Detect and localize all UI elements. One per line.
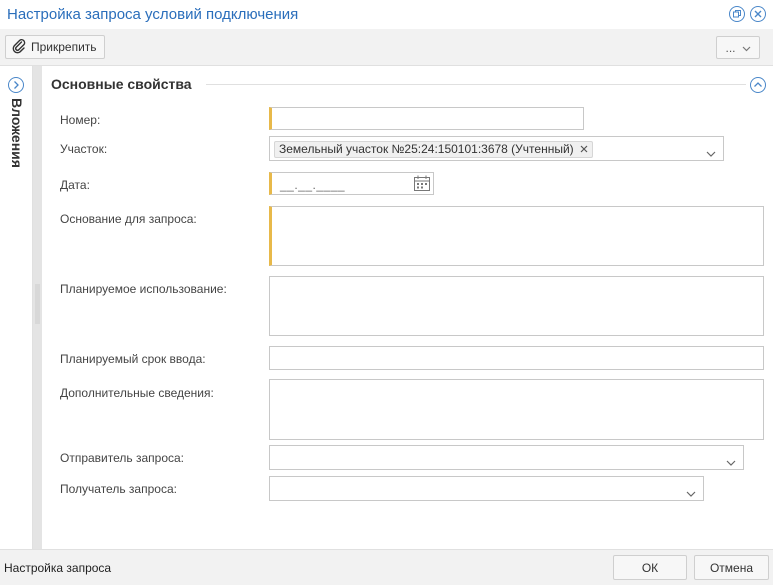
attach-label: Прикрепить	[31, 40, 97, 54]
chevron-down-icon[interactable]	[726, 455, 736, 469]
plot-tag: Земельный участок №25:24:150101:3678 (Уч…	[274, 141, 593, 158]
planned-term-input[interactable]	[269, 346, 764, 370]
calendar-icon[interactable]	[413, 175, 431, 195]
sender-select[interactable]	[269, 445, 744, 470]
plot-select[interactable]: Земельный участок №25:24:150101:3678 (Уч…	[269, 136, 724, 161]
chevron-down-icon[interactable]	[706, 146, 716, 160]
chevron-down-icon[interactable]	[686, 486, 696, 500]
section-title: Основные свойства	[51, 76, 192, 92]
dialog-footer: Настройка запроса ОК Отмена	[0, 549, 773, 585]
planned-term-label: Планируемый срок ввода:	[60, 352, 206, 366]
expand-panel-icon[interactable]	[8, 77, 24, 93]
ok-button[interactable]: ОК	[613, 555, 687, 580]
plot-label: Участок:	[60, 142, 108, 156]
paperclip-icon	[11, 38, 27, 57]
remove-tag-icon[interactable]	[580, 142, 588, 157]
basis-textarea[interactable]	[269, 206, 764, 266]
cancel-button[interactable]: Отмена	[694, 555, 769, 580]
plot-tag-label: Земельный участок №25:24:150101:3678 (Уч…	[279, 142, 574, 156]
status-text: Настройка запроса	[4, 561, 112, 575]
recipient-label: Получатель запроса:	[60, 482, 177, 496]
attachments-panel: Вложения	[0, 66, 33, 549]
splitter-grip[interactable]	[35, 284, 40, 324]
additional-label: Дополнительные сведения:	[60, 386, 214, 400]
recipient-select[interactable]	[269, 476, 704, 501]
maximize-icon[interactable]	[729, 6, 745, 22]
toolbar: Прикрепить ...	[0, 29, 773, 66]
attachments-panel-label[interactable]: Вложения	[9, 98, 25, 168]
main-form: Основные свойства Номер: Участок: Земель…	[42, 66, 773, 549]
panel-splitter[interactable]	[33, 66, 42, 549]
planned-use-textarea[interactable]	[269, 276, 764, 336]
date-mask: __.__.____	[280, 178, 346, 192]
number-label: Номер:	[60, 113, 101, 127]
more-actions-button[interactable]: ...	[716, 36, 760, 59]
section-divider	[206, 84, 746, 85]
attach-button[interactable]: Прикрепить	[5, 35, 105, 59]
basis-label: Основание для запроса:	[60, 212, 197, 226]
number-input[interactable]	[269, 107, 584, 130]
more-label: ...	[725, 40, 736, 55]
collapse-section-icon[interactable]	[750, 77, 766, 93]
chevron-down-icon	[742, 41, 751, 55]
close-icon[interactable]	[750, 6, 766, 22]
date-label: Дата:	[60, 178, 90, 192]
date-input[interactable]: __.__.____	[269, 172, 434, 195]
window-titlebar: Настройка запроса условий подключения	[0, 0, 773, 29]
window-title: Настройка запроса условий подключения	[7, 6, 299, 23]
sender-label: Отправитель запроса:	[60, 451, 185, 465]
planned-use-label: Планируемое использование:	[60, 282, 227, 296]
additional-textarea[interactable]	[269, 379, 764, 440]
